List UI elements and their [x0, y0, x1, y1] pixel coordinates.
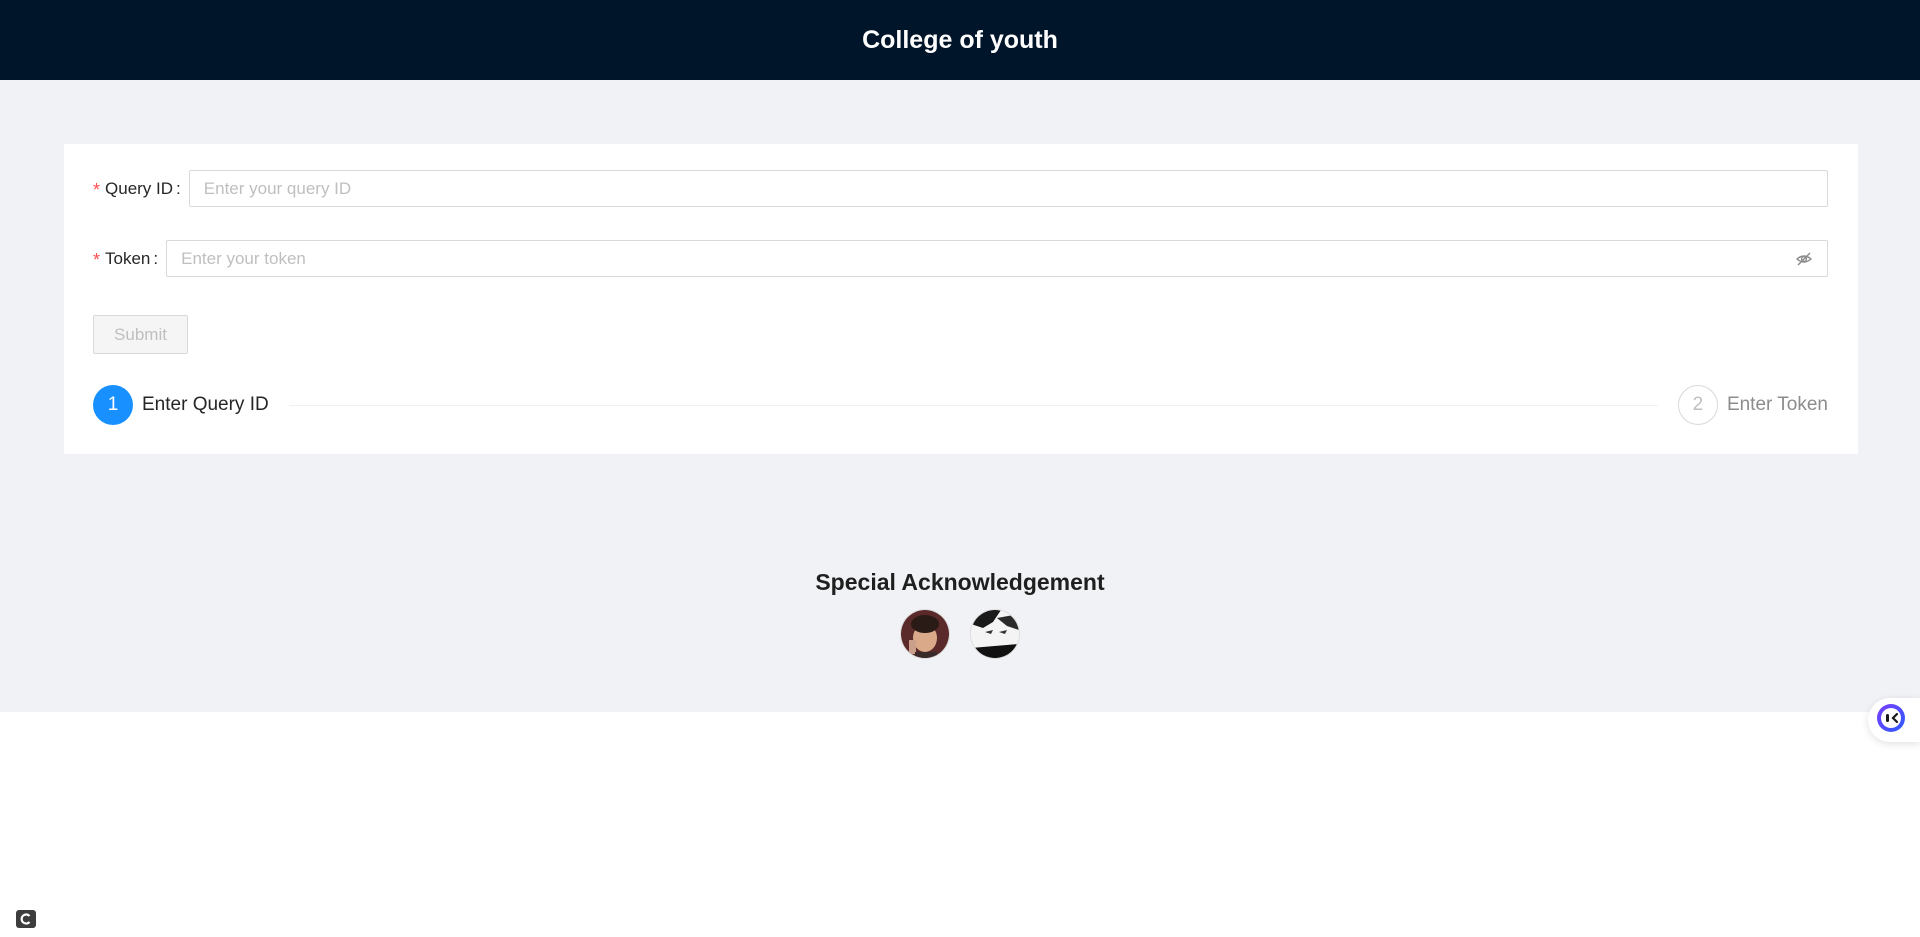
- c-logo-icon[interactable]: [16, 910, 36, 928]
- token-label-text: Token: [105, 248, 151, 268]
- floating-assistant-button[interactable]: [1868, 698, 1920, 742]
- step-enter-token: 2 Enter Token: [1677, 385, 1828, 425]
- token-field[interactable]: [166, 240, 1828, 277]
- query-id-label: * Query ID :: [93, 176, 189, 201]
- query-id-label-text: Query ID: [105, 178, 174, 198]
- app-header: College of youth: [0, 0, 1920, 80]
- query-id-field[interactable]: [188, 170, 1828, 207]
- step-title: Enter Token: [1726, 394, 1828, 415]
- query-id-row: * Query ID :: [93, 169, 1828, 208]
- label-colon: :: [153, 248, 159, 268]
- token-input[interactable]: [181, 248, 1795, 269]
- eye-invisible-icon[interactable]: [1795, 250, 1813, 268]
- steps-indicator: 1 Enter Query ID 2 Enter Token: [93, 385, 1828, 425]
- step-enter-query-id: 1 Enter Query ID: [93, 385, 269, 425]
- step-number: 1: [93, 385, 133, 425]
- step-connector: [288, 404, 1658, 406]
- acknowledgement-title: Special Acknowledgement: [815, 569, 1105, 595]
- required-mark: *: [93, 250, 101, 270]
- step-title: Enter Query ID: [142, 394, 269, 415]
- token-label: * Token :: [93, 246, 166, 271]
- submit-button[interactable]: Submit: [93, 315, 188, 354]
- assistant-icon: [1876, 703, 1906, 738]
- avatar-list: [0, 609, 1920, 659]
- step-number: 2: [1677, 385, 1718, 425]
- avatar[interactable]: [970, 609, 1020, 659]
- avatar[interactable]: [900, 609, 950, 659]
- query-card: * Query ID : * Token :: [64, 144, 1858, 454]
- acknowledgement-section: Special Acknowledgement: [0, 569, 1920, 659]
- token-row: * Token :: [93, 239, 1828, 278]
- label-colon: :: [176, 178, 181, 198]
- query-id-input[interactable]: [203, 178, 1813, 199]
- app-title: College of youth: [862, 25, 1058, 54]
- main-content: * Query ID : * Token :: [0, 80, 1920, 712]
- required-mark: *: [93, 180, 101, 200]
